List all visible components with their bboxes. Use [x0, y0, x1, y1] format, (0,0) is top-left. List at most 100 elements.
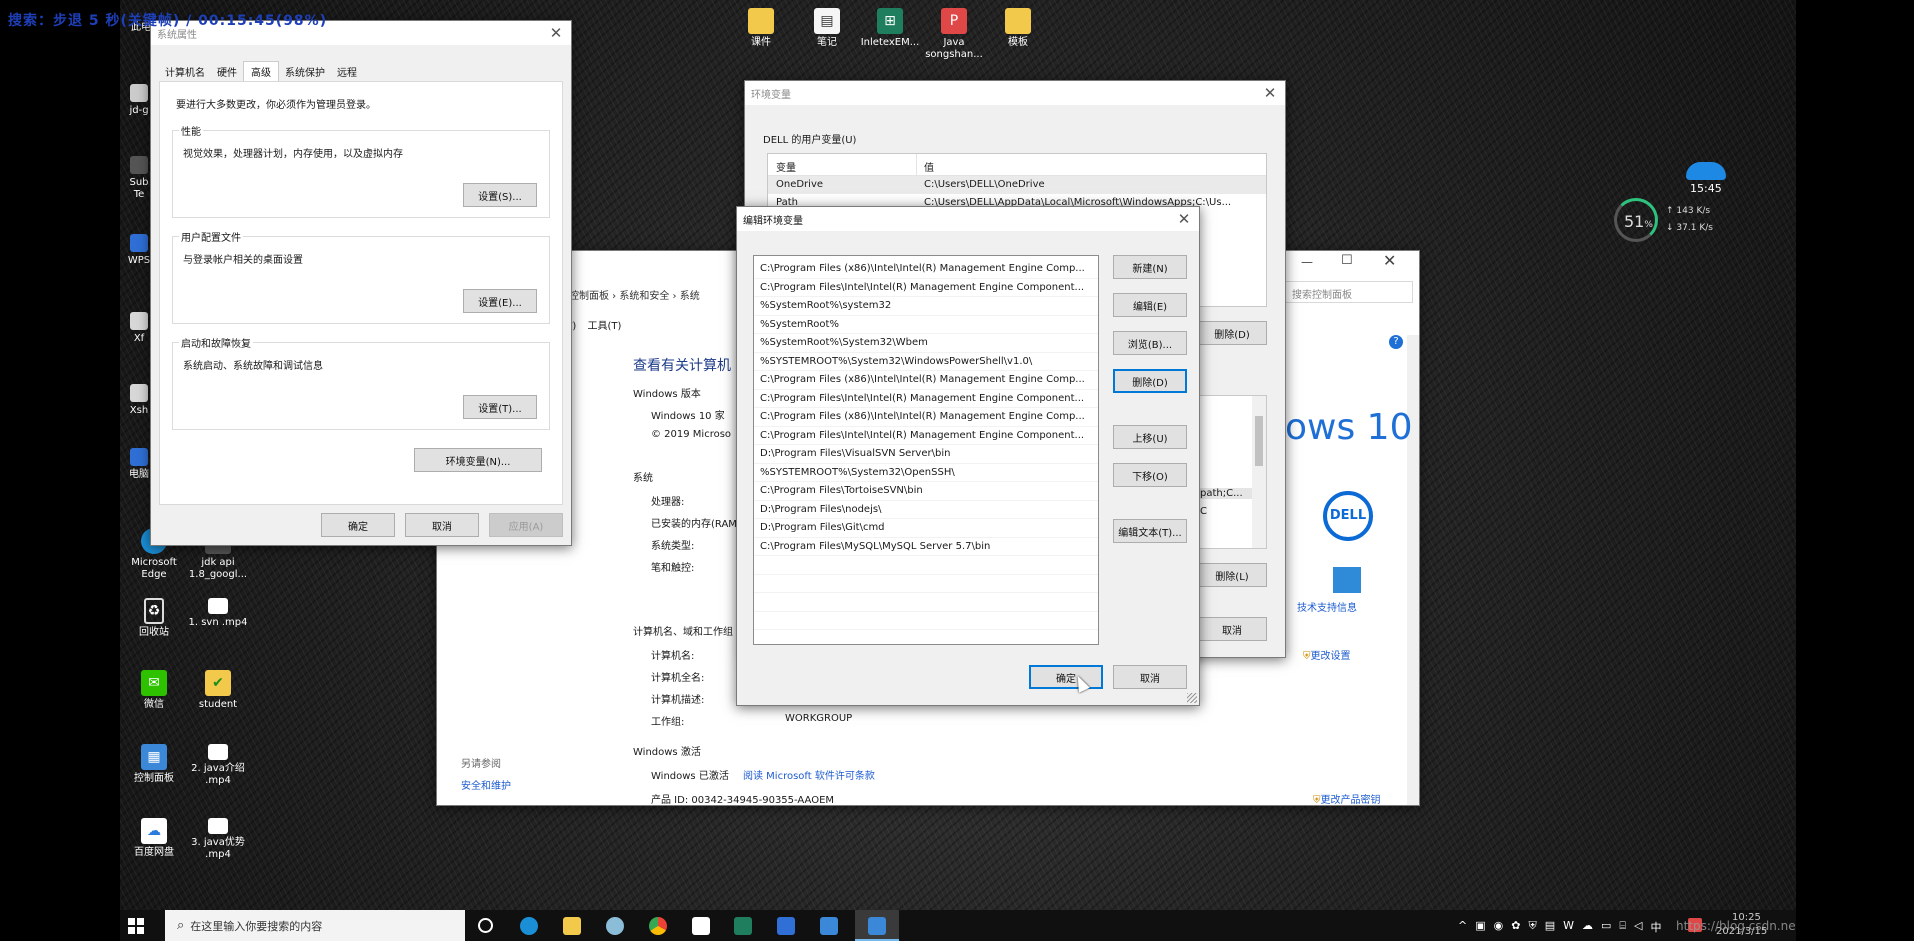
desktop-icon-svn-video[interactable]: 1. svn .mp4 [188, 598, 248, 629]
security-link[interactable]: 安全和维护 [461, 777, 511, 792]
list-item-empty[interactable] [754, 556, 1098, 575]
task-view-icon[interactable] [478, 918, 493, 933]
list-item[interactable]: C:\Program Files (x86)\Intel\Intel(R) Ma… [754, 371, 1098, 390]
cancel-button[interactable]: 取消 [405, 513, 479, 537]
list-item[interactable]: C:\Program Files\TortoiseSVN\bin [754, 482, 1098, 501]
list-item[interactable]: %SystemRoot% [754, 316, 1098, 334]
desktop-icon-recycle-bin[interactable]: ♻ 回收站 [124, 598, 184, 639]
list-item[interactable]: D:\Program Files\Git\cmd [754, 519, 1098, 538]
maximize-icon[interactable]: ☐ [1341, 253, 1353, 268]
tray-app-icon[interactable]: ◉ [1494, 919, 1504, 935]
desktop-icon-inletex[interactable]: ⊞ InletexEM... [860, 8, 920, 49]
desktop-icon-template[interactable]: 模板 [988, 8, 1048, 49]
system-row[interactable]: path;C... [1200, 488, 1252, 499]
desktop-icon-wechat[interactable]: ✉ 微信 [124, 670, 184, 711]
chrome-taskbar-icon[interactable] [649, 917, 667, 935]
ime-indicator[interactable]: 中 [1650, 919, 1661, 935]
list-item[interactable]: %SystemRoot%\System32\Wbem [754, 334, 1098, 353]
tab-system-protection[interactable]: 系统保护 [279, 61, 331, 81]
move-up-button[interactable]: 上移(U) [1113, 425, 1187, 449]
network-icon[interactable]: ⌸ [1619, 919, 1626, 935]
list-item[interactable]: C:\Program Files\Intel\Intel(R) Manageme… [754, 279, 1098, 297]
tab-remote[interactable]: 远程 [331, 61, 363, 81]
desktop-icon-courseware[interactable]: 课件 [731, 8, 791, 49]
move-down-button[interactable]: 下移(O) [1113, 463, 1187, 487]
column-header-val[interactable]: 值 [924, 159, 934, 174]
change-key-link[interactable]: ⛨更改产品密钥 [1313, 791, 1381, 806]
cancel-button[interactable]: 取消 [1113, 665, 1187, 689]
tray-app-icon[interactable]: ✿ [1511, 919, 1520, 935]
desktop-icon-student[interactable]: ✔ student [188, 670, 248, 711]
tray-app-icon[interactable]: ▤ [1545, 919, 1555, 935]
desktop-icon-java-advantage[interactable]: 3. java优势 .mp4 [188, 818, 248, 861]
volume-icon[interactable]: ◁ [1634, 919, 1642, 935]
close-icon[interactable]: ✕ [541, 21, 571, 45]
app-taskbar-icon[interactable] [606, 917, 624, 935]
browse-button[interactable]: 浏览(B)... [1113, 331, 1187, 355]
list-item[interactable]: C:\Program Files\MySQL\MySQL Server 5.7\… [754, 538, 1098, 556]
startup-recovery-settings-button[interactable]: 设置(T)... [463, 395, 537, 419]
typora-taskbar-icon[interactable] [692, 917, 710, 935]
cancel-button[interactable]: 取消 [1197, 617, 1267, 641]
environment-variables-button[interactable]: 环境变量(N)... [414, 448, 542, 472]
ok-button[interactable]: 确定 [1029, 665, 1103, 689]
column-header-var[interactable]: 变量 [776, 159, 796, 174]
list-item[interactable]: %SystemRoot%\system32 [754, 297, 1098, 316]
list-item[interactable]: %SYSTEMROOT%\System32\WindowsPowerShell\… [754, 353, 1098, 371]
desktop-icon-java-intro[interactable]: 2. java介绍 .mp4 [188, 744, 248, 787]
app-taskbar-icon[interactable] [820, 917, 838, 935]
taskbar-search[interactable]: ⌕ 在这里输入你要搜索的内容 [165, 910, 465, 941]
shield-icon[interactable]: ⛨ [1528, 919, 1536, 935]
list-item[interactable]: D:\Program Files\nodejs\ [754, 501, 1098, 519]
desktop-icon-java-pdf[interactable]: P Java songshan... [924, 8, 984, 61]
search-box[interactable]: 搜索控制面板 [1285, 281, 1413, 303]
wps-tray-icon[interactable]: W [1563, 919, 1574, 935]
close-icon[interactable]: ✕ [1255, 81, 1285, 105]
start-button[interactable] [128, 918, 144, 934]
desktop-icon-baidu[interactable]: ☁ 百度网盘 [124, 818, 184, 859]
help-icon[interactable]: ? [1389, 335, 1403, 349]
active-taskbar-item[interactable] [855, 910, 899, 941]
list-item[interactable]: %SYSTEMROOT%\System32\OpenSSH\ [754, 464, 1098, 482]
list-item[interactable]: C:\Program Files (x86)\Intel\Intel(R) Ma… [754, 408, 1098, 427]
list-item[interactable]: C:\Program Files\Intel\Intel(R) Manageme… [754, 390, 1098, 408]
close-icon[interactable]: ✕ [1169, 207, 1199, 231]
battery-icon[interactable]: ▭ [1601, 919, 1611, 935]
list-item[interactable]: C:\Program Files (x86)\Intel\Intel(R) Ma… [754, 260, 1098, 279]
menu-item-tools[interactable]: 工具(T) [587, 321, 621, 332]
wps-taskbar-icon[interactable] [777, 917, 795, 935]
ok-button[interactable]: 确定 [321, 513, 395, 537]
explorer-taskbar-icon[interactable] [563, 917, 581, 935]
delete-button[interactable]: 删除(D) [1113, 369, 1187, 393]
edit-button[interactable]: 编辑(E) [1113, 293, 1187, 317]
breadcrumb-control-panel[interactable]: 控制面板 [569, 291, 609, 302]
resize-grip-icon[interactable] [1187, 693, 1197, 703]
license-link[interactable]: 阅读 Microsoft 软件许可条款 [743, 767, 875, 782]
list-item[interactable]: C:\Program Files\Intel\Intel(R) Manageme… [754, 427, 1098, 445]
scrollbar[interactable] [1407, 335, 1419, 805]
breadcrumb-system[interactable]: 系统 [680, 291, 700, 302]
user-delete-button[interactable]: 删除(D) [1197, 321, 1267, 345]
change-settings-link[interactable]: ⛨更改设置 [1303, 647, 1351, 662]
table-row[interactable]: OneDrive C:\Users\DELL\OneDrive [768, 176, 1266, 194]
edit-text-button[interactable]: 编辑文本(T)... [1113, 519, 1187, 543]
tab-computer-name[interactable]: 计算机名 [159, 61, 211, 81]
inletex-taskbar-icon[interactable] [734, 917, 752, 935]
list-item-empty[interactable] [754, 612, 1098, 630]
close-icon[interactable]: ✕ [1383, 251, 1396, 270]
system-delete-button[interactable]: 删除(L) [1197, 563, 1267, 587]
tab-advanced[interactable]: 高级 [243, 61, 279, 81]
tab-hardware[interactable]: 硬件 [211, 61, 243, 81]
support-info-link[interactable]: 技术支持信息 [1297, 599, 1357, 614]
edge-taskbar-icon[interactable] [520, 917, 538, 935]
list-item[interactable]: D:\Program Files\VisualSVN Server\bin [754, 445, 1098, 464]
desktop-icon-control-panel[interactable]: ▦ 控制面板 [124, 744, 184, 785]
vertical-scrollbar[interactable] [1252, 396, 1266, 548]
desktop-icon-notes[interactable]: ▤ 笔记 [797, 8, 857, 49]
breadcrumb-security[interactable]: 系统和安全 [619, 291, 669, 302]
list-item-empty[interactable] [754, 593, 1098, 612]
new-button[interactable]: 新建(N) [1113, 255, 1187, 279]
system-row[interactable]: C [1200, 506, 1207, 517]
apply-button[interactable]: 应用(A) [489, 513, 563, 537]
minimize-icon[interactable]: — [1301, 255, 1313, 269]
